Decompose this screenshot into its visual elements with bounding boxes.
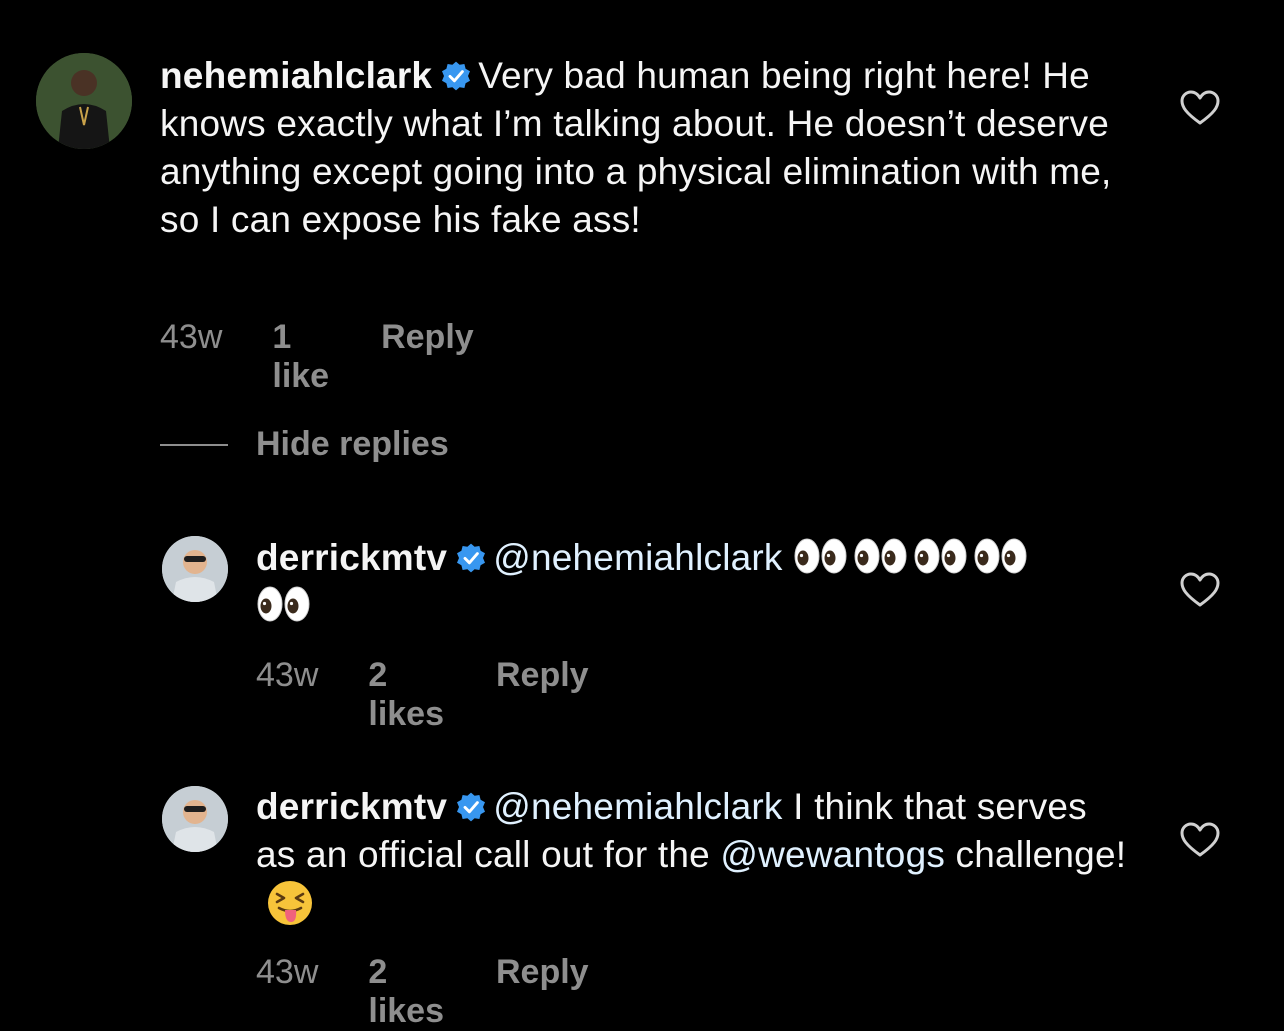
reply-time: 43w	[256, 656, 319, 694]
comment-text-block: nehemiahlclark Very bad human being right…	[160, 52, 1120, 244]
heart-outline-icon[interactable]	[1180, 572, 1220, 608]
reply-body-part-2: challenge!	[945, 834, 1127, 875]
eyes-emoji	[973, 536, 1029, 576]
comment-likes[interactable]: 1 like	[272, 318, 329, 396]
heart-outline-icon[interactable]	[1180, 822, 1220, 858]
comment-time: 43w	[160, 318, 223, 356]
avatar-photo	[162, 536, 228, 602]
reply-button[interactable]: Reply	[496, 953, 589, 992]
reply-likes[interactable]: 2 likes	[368, 953, 444, 1031]
eyes-emoji	[853, 536, 909, 576]
reply-username[interactable]: derrickmtv	[256, 786, 447, 827]
reply-button[interactable]: Reply	[381, 318, 474, 357]
comment-username[interactable]: nehemiahlclark	[160, 55, 432, 96]
squinting-tongue-emoji	[266, 879, 314, 927]
avatar-derrickmtv[interactable]	[162, 536, 228, 602]
comment-meta: 43w 1 like Reply	[160, 318, 474, 396]
reply-time: 43w	[256, 953, 319, 991]
reply-2-text-block: derrickmtv @nehemiahlclark I think that s…	[256, 783, 1136, 929]
reply-2-meta: 43w 2 likes Reply	[256, 953, 589, 1031]
avatar-nehemiahlclark[interactable]	[36, 53, 132, 149]
reply-likes[interactable]: 2 likes	[368, 656, 444, 734]
hide-replies-label[interactable]: Hide replies	[256, 425, 449, 464]
reply-mention[interactable]: @nehemiahlclark	[493, 786, 782, 827]
eyes-emoji	[913, 536, 969, 576]
verified-badge-icon	[455, 791, 487, 823]
reply-mention[interactable]: @nehemiahlclark	[493, 537, 782, 578]
reply-username[interactable]: derrickmtv	[256, 537, 447, 578]
eyes-emoji	[256, 584, 312, 624]
avatar-photo	[36, 53, 132, 149]
reply-1-text-block: derrickmtv @nehemiahlclark	[256, 534, 1156, 630]
reply-button[interactable]: Reply	[496, 656, 589, 695]
heart-outline-icon[interactable]	[1180, 90, 1220, 126]
reply-1-meta: 43w 2 likes Reply	[256, 656, 589, 734]
verified-badge-icon	[440, 60, 472, 92]
avatar-derrickmtv[interactable]	[162, 786, 228, 852]
verified-badge-icon	[455, 542, 487, 574]
hide-replies-divider	[160, 443, 228, 446]
reply-mention-secondary[interactable]: @wewantogs	[720, 834, 945, 875]
avatar-photo	[162, 786, 228, 852]
hide-replies-toggle[interactable]: Hide replies	[160, 425, 449, 464]
eyes-emoji	[793, 536, 849, 576]
